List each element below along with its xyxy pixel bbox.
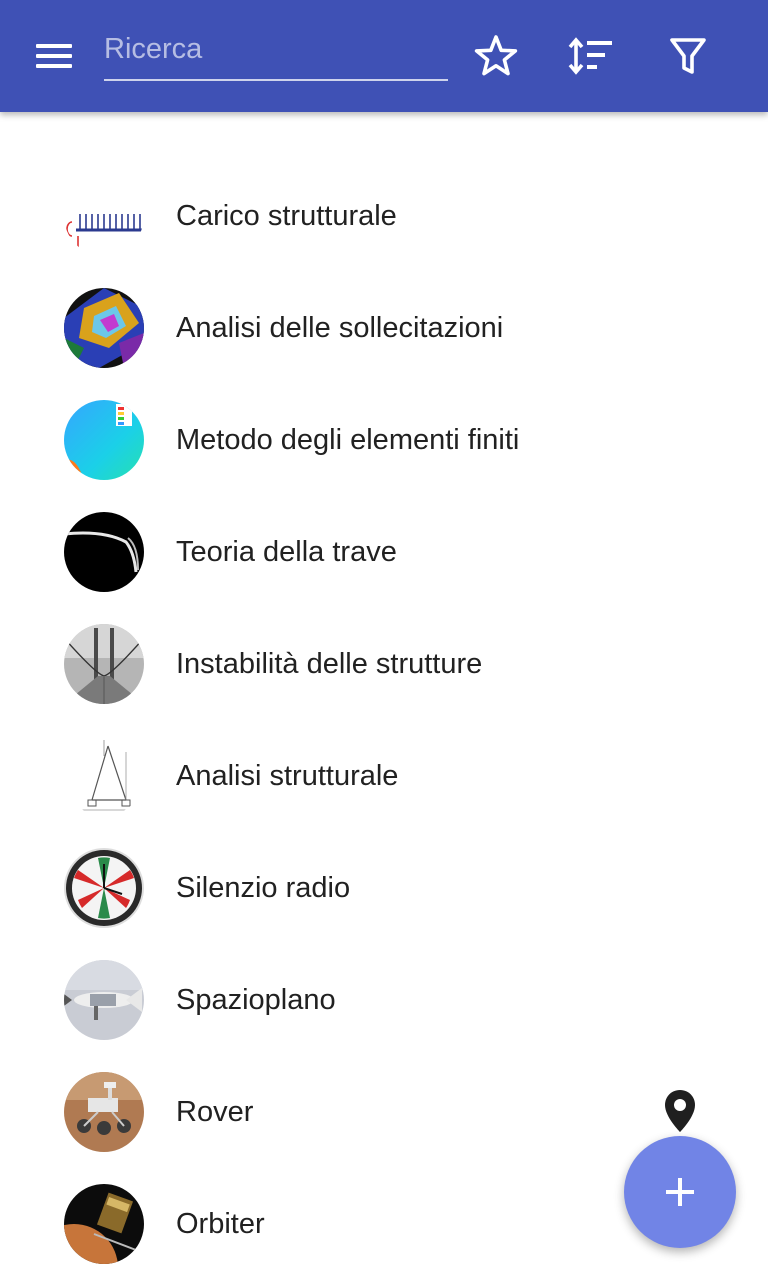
menu-icon-line [36, 64, 72, 68]
list-item[interactable]: Instabilità delle strutture [0, 608, 768, 720]
list-item[interactable]: Teoria della trave [0, 496, 768, 608]
thumbnail-radio-silence-clock [64, 848, 144, 928]
map-pin-icon [665, 1090, 695, 1132]
thumbnail-photoelastic-stress [64, 288, 144, 368]
item-title: Silenzio radio [176, 872, 351, 904]
list-item[interactable]: Analisi delle sollecitazioni [0, 272, 768, 384]
list-item[interactable]: Carico strutturale [0, 160, 768, 272]
thumbnail-truss-diagram [64, 736, 144, 816]
item-title: Orbiter [176, 1208, 265, 1240]
sort-icon [568, 37, 612, 75]
item-title: Teoria della trave [176, 536, 397, 568]
search-field[interactable] [104, 26, 448, 82]
map-pin-button[interactable] [664, 1090, 696, 1134]
item-title: Analisi delle sollecitazioni [176, 312, 504, 344]
menu-button[interactable] [36, 44, 76, 72]
menu-icon-line [36, 54, 72, 58]
item-title: Rover [176, 1096, 254, 1128]
sort-button[interactable] [568, 32, 616, 80]
item-title: Carico strutturale [176, 200, 397, 232]
thumbnail-space-shuttle [64, 960, 144, 1040]
search-underline [104, 79, 448, 81]
list-item[interactable]: Analisi strutturale [0, 720, 768, 832]
plus-icon [666, 1178, 694, 1206]
favorites-button[interactable] [472, 32, 520, 80]
search-input[interactable] [104, 26, 448, 72]
star-outline-icon [474, 35, 518, 76]
thumbnail-orbiter-spacecraft [64, 1184, 144, 1264]
filter-icon [670, 38, 706, 74]
thumbnail-mars-rover [64, 1072, 144, 1152]
filter-button[interactable] [664, 32, 712, 80]
item-title: Spazioplano [176, 984, 336, 1016]
app-bar [0, 0, 768, 112]
thumbnail-bent-beam [64, 512, 144, 592]
thumbnail-beam-load [64, 176, 144, 256]
thumbnail-fem-simulation [64, 400, 144, 480]
item-title: Analisi strutturale [176, 760, 399, 792]
menu-icon-line [36, 44, 72, 48]
item-title: Metodo degli elementi finiti [176, 424, 520, 456]
add-button[interactable] [624, 1136, 736, 1248]
list-item[interactable]: Metodo degli elementi finiti [0, 384, 768, 496]
list-item[interactable]: Silenzio radio [0, 832, 768, 944]
list-item[interactable]: Spazioplano [0, 944, 768, 1056]
thumbnail-collapsing-bridge [64, 624, 144, 704]
item-title: Instabilità delle strutture [176, 648, 483, 680]
